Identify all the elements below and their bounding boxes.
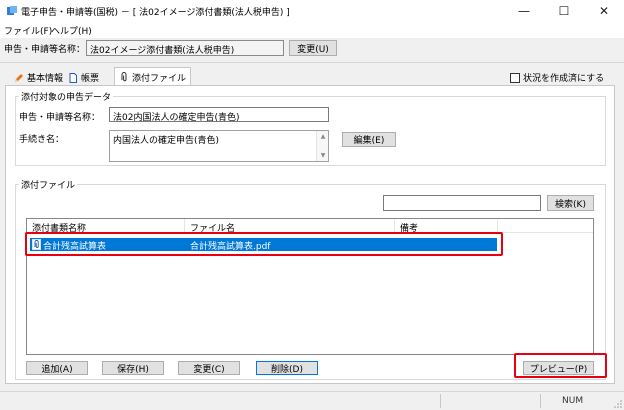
target-data-group-title: 添付対象の申告データ [19, 90, 114, 103]
maximize-button[interactable]: ☐ [544, 0, 584, 22]
status-divider [540, 394, 541, 408]
save-button[interactable]: 保存(H) [102, 361, 164, 375]
column-divider[interactable] [497, 219, 498, 233]
menu-file[interactable]: ファイル(F) [4, 24, 52, 37]
checkbox-box[interactable] [510, 72, 520, 83]
app-icon [7, 6, 17, 15]
num-lock-indicator: NUM [562, 396, 584, 406]
change-declaration-button[interactable]: 変更(U) [289, 40, 337, 56]
change-button[interactable]: 変更(C) [178, 361, 240, 375]
attached-files-group-title: 添付ファイル [19, 178, 78, 191]
tab-forms-label: 帳票 [81, 74, 100, 84]
window-title: 電子申告・申請等(国税) － [ 法02イメージ添付書類(法人税申告) ] [21, 8, 290, 18]
close-button[interactable]: ✕ [584, 0, 624, 22]
procedure-scrollbar[interactable]: ▲ ▼ [316, 131, 328, 161]
target-name-label: 申告・申請等名称： [19, 113, 101, 123]
tab-basic-info[interactable]: 基本情報 [10, 69, 67, 86]
pencil-icon [15, 73, 23, 82]
resize-grip-icon[interactable] [614, 400, 622, 408]
tab-basic-info-label: 基本情報 [27, 74, 64, 84]
mark-complete-checkbox[interactable]: 状況を作成済にする [510, 71, 604, 84]
procedure-name-value: 内国法人の確定申告(青色) [113, 136, 220, 146]
scroll-down-icon[interactable]: ▼ [317, 152, 329, 159]
column-divider[interactable] [184, 219, 185, 233]
tab-attached-files-label: 添付ファイル [132, 73, 187, 84]
document-icon [69, 72, 77, 83]
mark-complete-label: 状況を作成済にする [523, 74, 605, 84]
scroll-up-icon[interactable]: ▲ [317, 133, 329, 140]
column-divider[interactable] [394, 219, 395, 233]
procedure-name-label: 手続き名： [19, 135, 65, 145]
highlight-selected-row [25, 232, 503, 256]
title-bar: 電子申告・申請等(国税) － [ 法02イメージ添付書類(法人税申告) ] — … [0, 0, 624, 22]
tab-forms[interactable]: 帳票 [64, 69, 103, 86]
procedure-name-field[interactable]: 内国法人の確定申告(青色) ▲ ▼ [109, 130, 329, 162]
separator [0, 62, 624, 63]
minimize-button[interactable]: — [504, 0, 544, 22]
list-header: 添付書類名称 ファイル名 備考 [27, 219, 593, 234]
highlight-preview-button [514, 353, 607, 378]
menu-help[interactable]: ヘルプ(H) [51, 24, 92, 37]
paperclip-icon [121, 72, 127, 82]
menu-bar: ファイル(F) ヘルプ(H) [0, 22, 624, 38]
search-input[interactable] [383, 195, 541, 211]
edit-button[interactable]: 編集(E) [342, 132, 396, 147]
tab-attached-files[interactable]: 添付ファイル [114, 67, 192, 86]
add-button[interactable]: 追加(A) [26, 361, 88, 375]
declaration-name-label: 申告・申請等名称： [4, 45, 86, 55]
delete-button[interactable]: 削除(D) [256, 361, 318, 375]
search-button[interactable]: 検索(K) [547, 195, 594, 211]
declaration-name-field: 法02イメージ添付書類(法人税申告) [86, 40, 284, 56]
target-name-field[interactable]: 法02内国法人の確定申告(青色) [109, 107, 329, 122]
status-divider [440, 394, 441, 408]
status-bar: NUM [0, 391, 624, 410]
